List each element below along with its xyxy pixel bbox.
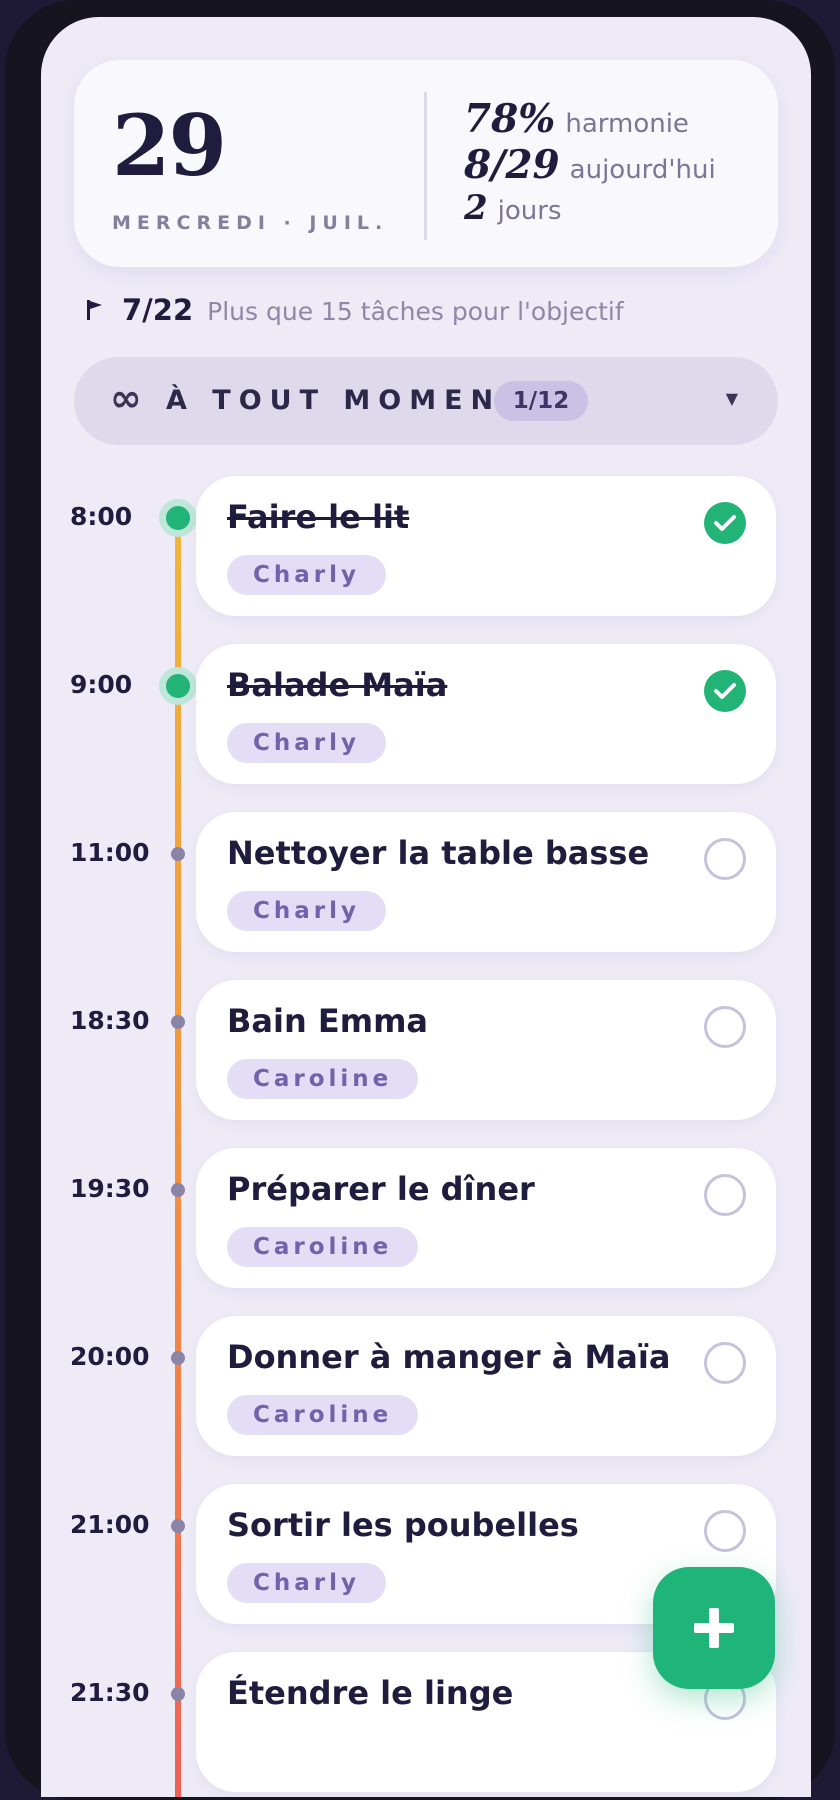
app-screen: 29 MERCREDI · JUIL. 78% harmonie 8/29 aujo… [41, 17, 811, 1797]
divider [424, 92, 427, 240]
stat-streak: 2 jours [464, 188, 562, 228]
task-row: 8:00 Faire le lit Charly [41, 476, 811, 616]
assignee-tag: Caroline [227, 1059, 419, 1099]
assignee-tag: Charly [227, 723, 386, 763]
task-row: 18:30 Bain Emma Caroline [41, 980, 811, 1120]
task-time: 8:00 [70, 502, 133, 531]
add-task-button[interactable] [653, 1567, 775, 1689]
anytime-count-badge: 1/12 [494, 381, 588, 421]
stat-value: 8/29 [464, 142, 560, 188]
task-title: Nettoyer la table basse [227, 834, 650, 872]
task-title: Donner à manger à Maïa [227, 1338, 671, 1376]
task-row: 19:30 Préparer le dîner Caroline [41, 1148, 811, 1288]
task-title: Étendre le linge [227, 1674, 514, 1712]
assignee-tag: Caroline [227, 1227, 419, 1267]
timeline-dot [171, 1519, 185, 1533]
task-title: Bain Emma [227, 1002, 429, 1040]
timeline-dot [159, 667, 197, 705]
timeline-dot [171, 1015, 185, 1029]
assignee-tag: Caroline [227, 1395, 419, 1435]
task-row: 20:00 Donner à manger à Maïa Caroline [41, 1316, 811, 1456]
task-row: 11:00 Nettoyer la table basse Charly [41, 812, 811, 952]
task-title: Préparer le dîner [227, 1170, 535, 1208]
dropdown-arrow-icon: ▼ [725, 389, 738, 408]
task-card[interactable]: Balade Maïa Charly [196, 644, 776, 784]
unchecked-circle-icon[interactable] [704, 838, 746, 880]
stat-value: 78% [464, 96, 556, 142]
timeline-dot [171, 847, 185, 861]
assignee-tag: Charly [227, 555, 386, 595]
task-time: 21:30 [70, 1678, 150, 1707]
goal-text: Plus que 15 tâches pour l'objectif [207, 297, 624, 326]
assignee-tag: Charly [227, 1563, 386, 1603]
anytime-label: À TOUT MOMENT [166, 385, 528, 416]
timeline-dot [171, 1183, 185, 1197]
task-title: Faire le lit [227, 498, 410, 536]
task-time: 19:30 [70, 1174, 150, 1203]
task-time: 20:00 [70, 1342, 150, 1371]
task-card[interactable]: Préparer le dîner Caroline [196, 1148, 776, 1288]
timeline-dot [171, 1351, 185, 1365]
checked-circle-icon[interactable] [704, 670, 746, 712]
task-time: 21:00 [70, 1510, 150, 1539]
assignee-tag: Charly [227, 891, 386, 931]
task-time: 9:00 [70, 670, 133, 699]
task-time: 11:00 [70, 838, 150, 867]
checked-circle-icon[interactable] [704, 502, 746, 544]
device-frame: 29 MERCREDI · JUIL. 78% harmonie 8/29 aujo… [5, 0, 835, 1800]
stat-label: jours [497, 196, 562, 226]
task-title: Sortir les poubelles [227, 1506, 579, 1544]
flag-icon [84, 298, 106, 322]
unchecked-circle-icon[interactable] [704, 1006, 746, 1048]
task-card[interactable]: Nettoyer la table basse Charly [196, 812, 776, 952]
task-card[interactable]: Faire le lit Charly [196, 476, 776, 616]
unchecked-circle-icon[interactable] [704, 1174, 746, 1216]
stat-value: 2 [464, 188, 488, 228]
timeline-dot [159, 499, 197, 537]
goal-count: 7/22 [122, 293, 194, 327]
stat-label: harmonie [565, 109, 689, 139]
stat-harmony: 78% harmonie [464, 96, 689, 142]
anytime-section-toggle[interactable]: ∞ À TOUT MOMENT 1/12 ▼ [74, 357, 778, 445]
day-number: 29 [112, 96, 227, 195]
timeline-dot [171, 1687, 185, 1701]
stat-today: 8/29 aujourd'hui [464, 142, 716, 188]
task-title: Balade Maïa [227, 666, 448, 704]
day-label: MERCREDI · JUIL. [112, 212, 389, 234]
goal-progress: 7/22 Plus que 15 tâches pour l'objectif [84, 293, 624, 327]
task-time: 18:30 [70, 1006, 150, 1035]
unchecked-circle-icon[interactable] [704, 1510, 746, 1552]
date-summary-card: 29 MERCREDI · JUIL. 78% harmonie 8/29 aujo… [74, 60, 778, 267]
stat-label: aujourd'hui [569, 155, 716, 185]
task-card[interactable]: Bain Emma Caroline [196, 980, 776, 1120]
plus-icon [694, 1608, 734, 1648]
infinity-icon: ∞ [110, 376, 142, 420]
task-row: 9:00 Balade Maïa Charly [41, 644, 811, 784]
unchecked-circle-icon[interactable] [704, 1342, 746, 1384]
task-card[interactable]: Donner à manger à Maïa Caroline [196, 1316, 776, 1456]
